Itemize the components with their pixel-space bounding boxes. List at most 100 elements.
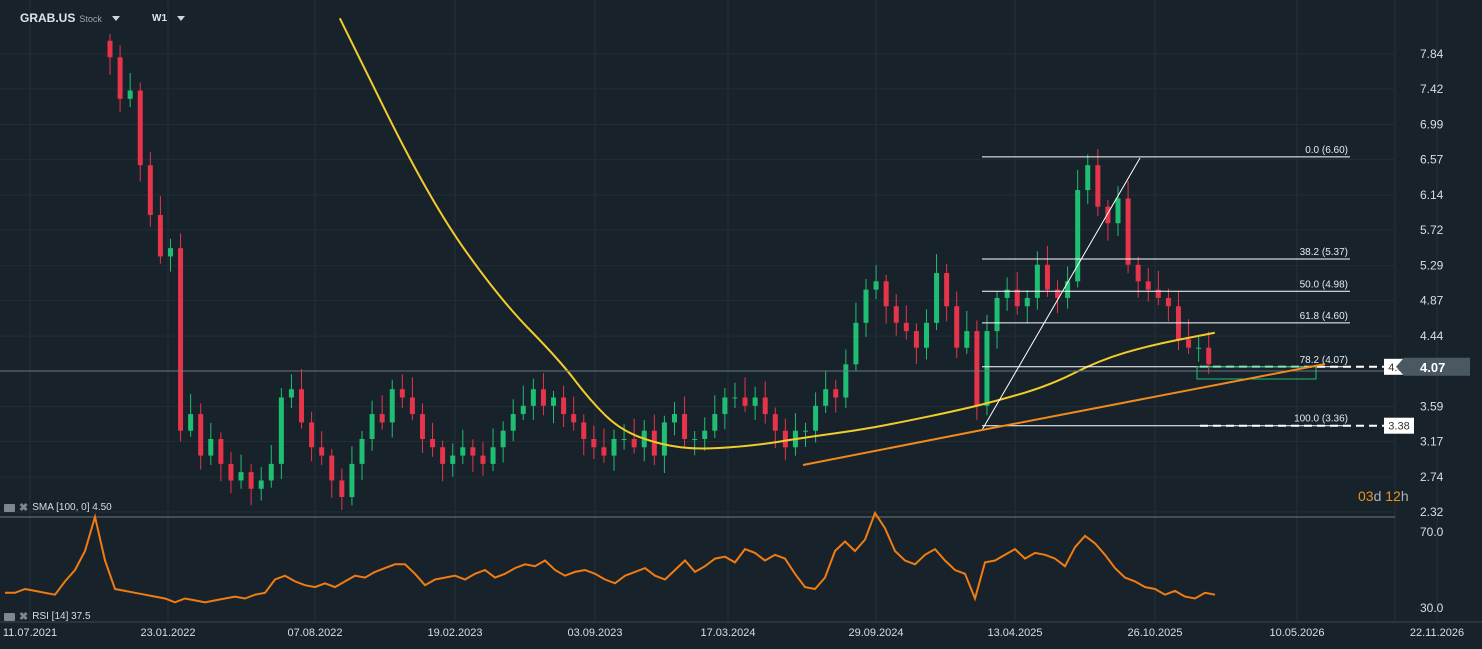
candle-body bbox=[1095, 165, 1101, 207]
candle-body bbox=[450, 455, 456, 464]
candle-body bbox=[117, 57, 123, 99]
candle-body bbox=[762, 397, 768, 415]
candle-body bbox=[813, 405, 819, 431]
settings-icon[interactable] bbox=[4, 503, 15, 512]
y-tick-label: 3.17 bbox=[1420, 434, 1444, 448]
candle-body bbox=[923, 322, 929, 348]
candle-body bbox=[339, 480, 345, 498]
time-axis[interactable]: 11.07.2021 23.01.2022 07.08.2022 19.02.2023… bbox=[3, 627, 1464, 639]
bar-countdown: 03d 12h bbox=[1358, 488, 1409, 504]
candle-body bbox=[1206, 347, 1212, 365]
timeframe-label: W1 bbox=[152, 13, 167, 24]
y-tick-label: 5.29 bbox=[1420, 259, 1444, 273]
candle-body bbox=[167, 248, 173, 257]
y-tick-label: 5.72 bbox=[1420, 223, 1444, 237]
settings-icon[interactable] bbox=[4, 612, 15, 621]
rsi-tick-label: 70.0 bbox=[1420, 525, 1444, 539]
close-icon[interactable]: ✖ bbox=[19, 501, 28, 514]
candle-body bbox=[661, 422, 667, 456]
y-tick-label: 2.32 bbox=[1420, 505, 1444, 519]
candle-body bbox=[419, 414, 425, 439]
price-chart[interactable]: 0.0 (6.60) 38.2 (5.37) 50.0 (4.98) 61.8 (4.… bbox=[0, 0, 1482, 649]
candle-body bbox=[621, 438, 627, 440]
candle-body bbox=[188, 414, 194, 431]
symbol-selector[interactable]: GRAB.US Stock bbox=[20, 11, 120, 25]
candle-body bbox=[1044, 264, 1050, 290]
candle-body bbox=[903, 322, 909, 332]
candle-body bbox=[440, 447, 446, 464]
x-tick-label: 10.05.2026 bbox=[1269, 627, 1324, 639]
price-axis[interactable]: 7.84 7.42 6.99 6.57 6.14 5.72 5.29 4.87 4.44 3.59… bbox=[1396, 47, 1470, 615]
candle-body bbox=[218, 438, 224, 464]
candle-body bbox=[369, 414, 375, 439]
candle-body bbox=[147, 165, 153, 215]
y-tick-label: 4.44 bbox=[1420, 329, 1444, 343]
fib-level-label: 50.0 (4.98) bbox=[1300, 279, 1348, 290]
price-level-tag-label: 3.38 bbox=[1388, 421, 1409, 433]
sma-label: SMA [100, 0] 4.50 bbox=[32, 502, 112, 513]
countdown-days: 03 bbox=[1358, 488, 1374, 504]
candle-body bbox=[379, 414, 385, 423]
candle-body bbox=[157, 214, 163, 257]
rsi-label: RSI [14] 37.5 bbox=[32, 611, 91, 622]
candle-body bbox=[137, 90, 143, 166]
fib-level-label: 38.2 (5.37) bbox=[1300, 247, 1348, 258]
candle-body bbox=[772, 414, 778, 431]
candle-body bbox=[682, 414, 688, 439]
x-tick-label: 11.07.2021 bbox=[3, 627, 57, 639]
candle-body bbox=[319, 447, 325, 456]
rsi-legend[interactable]: ✖ RSI [14] 37.5 bbox=[4, 610, 91, 623]
candle-body bbox=[309, 422, 315, 448]
candle-body bbox=[500, 430, 506, 448]
candle-body bbox=[893, 306, 899, 323]
candle-body bbox=[913, 331, 919, 348]
x-tick-label: 23.01.2022 bbox=[140, 627, 195, 639]
chevron-down-icon bbox=[111, 16, 120, 22]
current-price-label: 4.07 bbox=[1420, 360, 1445, 375]
candle-body bbox=[228, 463, 234, 481]
y-tick-label: 6.99 bbox=[1420, 118, 1444, 132]
candle-body bbox=[803, 430, 809, 432]
candle-body bbox=[964, 331, 970, 348]
candle-body bbox=[1085, 165, 1091, 191]
candle-body bbox=[1186, 339, 1192, 348]
candle-body bbox=[389, 389, 395, 423]
close-icon[interactable]: ✖ bbox=[19, 610, 28, 623]
candle-body bbox=[863, 289, 869, 323]
y-tick-label: 4.87 bbox=[1420, 293, 1444, 307]
trend-line-lower[interactable] bbox=[802, 429, 983, 466]
candle-body bbox=[258, 480, 264, 489]
candle-body bbox=[520, 405, 526, 415]
trend-line-upper[interactable] bbox=[981, 363, 1326, 431]
candle-body bbox=[1014, 289, 1020, 307]
candle-body bbox=[883, 281, 889, 307]
candle-body bbox=[702, 430, 708, 439]
y-tick-label: 7.84 bbox=[1420, 47, 1444, 61]
candle-body bbox=[198, 414, 204, 456]
candle-body bbox=[460, 447, 466, 456]
candle-body bbox=[480, 455, 486, 464]
candle-body bbox=[631, 438, 637, 448]
sma-legend[interactable]: ✖ SMA [100, 0] 4.50 bbox=[4, 501, 112, 514]
candle-body bbox=[359, 438, 365, 464]
candle-body bbox=[1024, 297, 1030, 307]
candle-body bbox=[974, 331, 980, 406]
candle-body bbox=[299, 389, 305, 423]
candle-body bbox=[581, 422, 587, 439]
timeframe-selector[interactable]: W1 bbox=[152, 13, 185, 24]
x-tick-label: 13.04.2025 bbox=[987, 627, 1042, 639]
x-tick-label: 19.02.2023 bbox=[427, 627, 482, 639]
chevron-down-icon bbox=[177, 15, 185, 21]
countdown-d-unit: d bbox=[1373, 488, 1382, 504]
y-tick-label: 6.57 bbox=[1420, 152, 1444, 166]
candle-body bbox=[944, 273, 950, 307]
rsi-tick-label: 30.0 bbox=[1420, 601, 1444, 615]
fib-level-label: 0.0 (6.60) bbox=[1305, 145, 1348, 156]
candle-body bbox=[470, 447, 476, 456]
candle-body bbox=[248, 472, 254, 489]
candle-body bbox=[278, 397, 284, 464]
candle-body bbox=[430, 438, 436, 448]
candle-body bbox=[571, 414, 577, 423]
candle-body bbox=[1115, 198, 1121, 224]
symbol-name: GRAB.US bbox=[20, 11, 76, 25]
